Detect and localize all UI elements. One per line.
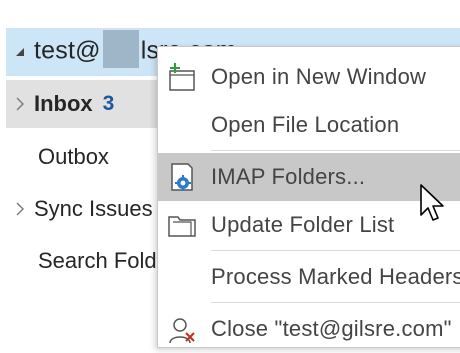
unread-count-badge: 3 <box>102 92 115 115</box>
context-menu: Open in New Window Open File Location IM… <box>157 46 460 348</box>
menu-item-label: Close "test@gilsre.com" <box>211 316 452 341</box>
folder-label: Inbox <box>34 91 93 116</box>
mouse-cursor-icon <box>420 184 444 221</box>
menu-item-close-account[interactable]: Close "test@gilsre.com" <box>158 305 460 353</box>
expand-caret-icon[interactable] <box>6 202 34 216</box>
folder-label: Sync Issues <box>34 196 153 221</box>
menu-item-label: IMAP Folders... <box>211 164 366 189</box>
close-account-icon <box>169 318 195 344</box>
menu-item-label: Process Marked Headers <box>211 264 460 289</box>
menu-item-update-folder-list[interactable]: Update Folder List <box>158 201 460 249</box>
account-label-prefix: test@ <box>34 36 101 65</box>
folder-list-icon <box>168 216 196 237</box>
imap-folders-icon <box>171 163 193 191</box>
menu-separator <box>211 250 460 251</box>
menu-item-open-file-location[interactable]: Open File Location <box>158 101 460 149</box>
folder-label: Outbox <box>38 144 109 169</box>
menu-item-imap-folders[interactable]: IMAP Folders... <box>158 153 460 201</box>
collapse-caret-icon[interactable] <box>6 46 34 58</box>
menu-separator <box>211 150 460 151</box>
menu-item-process-marked-headers[interactable]: Process Marked Headers <box>158 253 460 301</box>
menu-item-open-in-new-window[interactable]: Open in New Window <box>158 53 460 101</box>
folder-item-inbox[interactable]: Inbox 3 <box>6 80 166 128</box>
menu-item-label: Open File Location <box>211 112 400 137</box>
menu-separator <box>211 302 460 303</box>
menu-item-label: Update Folder List <box>211 212 395 237</box>
menu-item-label: Open in New Window <box>211 64 427 89</box>
new-window-icon <box>169 63 195 91</box>
redaction-block <box>102 30 139 68</box>
expand-caret-icon[interactable] <box>6 97 34 111</box>
